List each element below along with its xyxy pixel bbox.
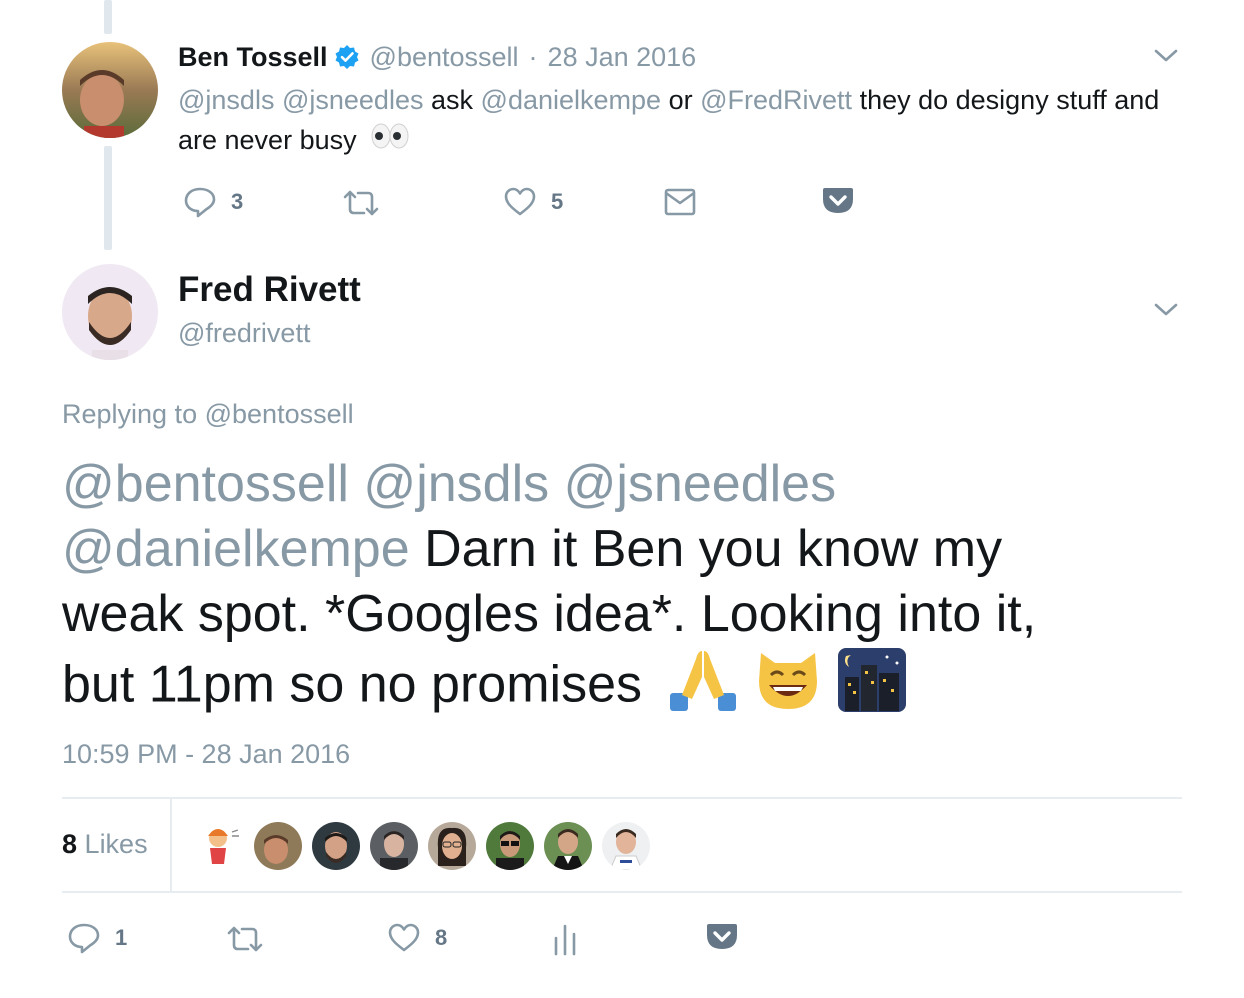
grinning-cat-emoji-icon bbox=[753, 647, 823, 729]
reply-icon bbox=[184, 187, 216, 218]
main-analytics-action[interactable] bbox=[553, 922, 577, 956]
replying-handle[interactable]: @bentossell bbox=[205, 399, 354, 429]
tweet-text-segment: are never busy bbox=[178, 125, 357, 155]
main-pocket-action[interactable] bbox=[706, 922, 738, 952]
likes-divider bbox=[170, 799, 172, 891]
avatar-ben-tossell[interactable] bbox=[62, 42, 158, 138]
reply-count: 3 bbox=[231, 189, 244, 214]
liker-avatar[interactable] bbox=[544, 822, 592, 870]
tweet-text-segment: weak spot. *Googles idea*. Looking into … bbox=[62, 585, 1037, 643]
main-author-handle[interactable]: @fredrivett bbox=[178, 315, 310, 351]
parent-like-action[interactable]: 5 bbox=[503, 186, 563, 218]
tweet-word: or bbox=[668, 85, 693, 115]
envelope-icon bbox=[664, 188, 696, 216]
tweet-date[interactable]: 28 Jan 2016 bbox=[548, 42, 697, 73]
retweet-icon bbox=[343, 190, 379, 216]
parent-tweet-header: Ben Tossell @bentossell · 28 Jan 2016 bbox=[178, 40, 696, 74]
liker-avatar[interactable] bbox=[486, 822, 534, 870]
likes-count: 8 bbox=[62, 829, 78, 859]
like-count: 8 bbox=[435, 925, 448, 950]
main-tweet-text: @bentossell @jnsdls @jsneedles @danielke… bbox=[62, 452, 1182, 729]
heart-icon bbox=[504, 187, 536, 216]
mention-jsneedles[interactable]: @jsneedles bbox=[564, 455, 837, 513]
replying-to: Replying to @bentossell bbox=[62, 396, 354, 432]
heart-icon bbox=[388, 923, 420, 952]
liker-avatar[interactable] bbox=[196, 822, 244, 870]
avatar-fred-rivett[interactable] bbox=[62, 264, 158, 360]
mention-danielkempe[interactable]: @danielkempe bbox=[481, 85, 662, 115]
verified-badge-icon bbox=[334, 44, 360, 70]
replying-label: Replying to bbox=[62, 399, 198, 429]
tweet-text-segment: they do designy stuff and bbox=[859, 85, 1160, 115]
tweet-text-segment: but 11pm so no promises bbox=[62, 655, 642, 714]
liker-avatar[interactable] bbox=[254, 822, 302, 870]
thread-line-connector bbox=[104, 146, 112, 250]
likes-stat[interactable]: 8 Likes bbox=[62, 826, 148, 862]
main-author-name[interactable]: Fred Rivett bbox=[178, 268, 361, 312]
parent-pocket-action[interactable] bbox=[822, 186, 854, 216]
tweet-timestamp[interactable]: 10:59 PM - 28 Jan 2016 bbox=[62, 736, 350, 772]
main-like-action[interactable]: 8 bbox=[387, 922, 447, 954]
main-reply-action[interactable]: 1 bbox=[67, 922, 127, 954]
divider-top bbox=[62, 797, 1182, 799]
parent-retweet-action[interactable] bbox=[342, 188, 380, 218]
mention-jnsdls[interactable]: @jnsdls bbox=[178, 85, 274, 115]
liker-avatar[interactable] bbox=[602, 822, 650, 870]
liker-avatar[interactable] bbox=[428, 822, 476, 870]
tweet-text-segment: Darn it Ben you know my bbox=[424, 520, 1003, 578]
reply-icon bbox=[68, 923, 100, 954]
parent-dm-action[interactable] bbox=[664, 188, 696, 216]
retweet-icon bbox=[227, 926, 263, 952]
mention-danielkempe[interactable]: @danielkempe bbox=[62, 520, 410, 578]
thread-line-top bbox=[104, 0, 112, 34]
tweet-word: ask bbox=[430, 85, 474, 115]
eyes-emoji-icon bbox=[370, 121, 410, 162]
mention-bentossell[interactable]: @bentossell bbox=[62, 455, 349, 513]
liker-avatar[interactable] bbox=[370, 822, 418, 870]
reply-count: 1 bbox=[115, 925, 128, 950]
parent-reply-action[interactable]: 3 bbox=[183, 186, 243, 218]
likes-label: Likes bbox=[84, 829, 148, 859]
pocket-icon bbox=[823, 188, 853, 213]
author-handle[interactable]: @bentossell bbox=[370, 42, 519, 73]
liker-avatar[interactable] bbox=[312, 822, 360, 870]
parent-more-chevron-icon[interactable] bbox=[1153, 46, 1179, 66]
main-retweet-action[interactable] bbox=[226, 924, 264, 954]
mention-fredrivett[interactable]: @FredRivett bbox=[700, 85, 852, 115]
mention-jsneedles[interactable]: @jsneedles bbox=[282, 85, 424, 115]
mention-jnsdls[interactable]: @jnsdls bbox=[363, 455, 549, 513]
parent-tweet-text: @jnsdls @jsneedles ask @danielkempe or @… bbox=[178, 80, 1188, 162]
main-more-chevron-icon[interactable] bbox=[1153, 300, 1179, 320]
header-separator: · bbox=[528, 41, 538, 72]
analytics-icon bbox=[554, 924, 576, 956]
like-count: 5 bbox=[551, 189, 564, 214]
folded-hands-emoji-icon bbox=[668, 647, 738, 729]
pocket-icon bbox=[707, 924, 737, 949]
divider-bottom bbox=[62, 891, 1182, 893]
night-city-emoji-icon bbox=[837, 647, 907, 729]
author-name[interactable]: Ben Tossell bbox=[178, 42, 328, 73]
